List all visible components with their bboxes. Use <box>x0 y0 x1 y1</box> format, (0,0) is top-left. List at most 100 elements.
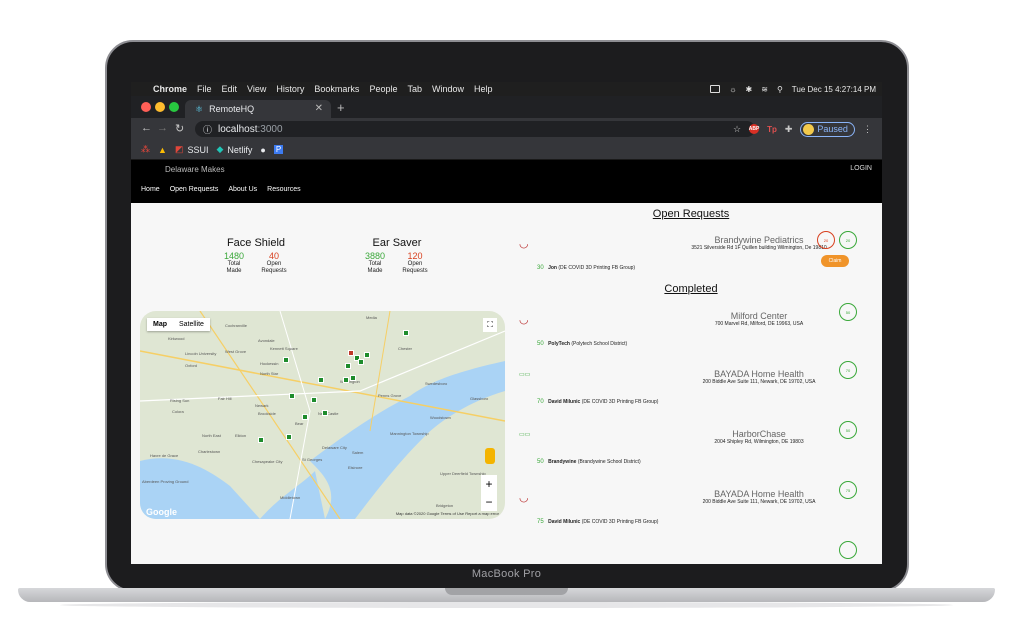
request-address: 2004 Shipley Rd, Wilmington, DE 19803 <box>714 439 804 445</box>
map-marker[interactable] <box>364 352 370 358</box>
map-place-label: Media <box>366 315 377 320</box>
netlify-icon: ◆ <box>216 144 224 154</box>
extensions-puzzle-icon[interactable]: ✚ <box>785 124 793 135</box>
menu-people[interactable]: People <box>369 84 397 94</box>
map-marker[interactable] <box>358 359 364 365</box>
laptop-shadow <box>60 602 953 608</box>
nav-home[interactable]: Home <box>141 186 160 193</box>
map-place-label: Rising Sun <box>170 398 190 403</box>
close-window-icon[interactable] <box>141 102 151 112</box>
bookmark-ssui[interactable]: ◩ SSUI <box>175 144 209 155</box>
map-place-label: Chester <box>398 346 413 351</box>
map-marker[interactable] <box>286 434 292 440</box>
drive-icon[interactable]: ▲ <box>158 145 167 155</box>
nav-resources[interactable]: Resources <box>267 186 300 193</box>
claim-button[interactable]: Claim <box>821 255 849 267</box>
info-icon[interactable]: ⓘ <box>203 123 212 136</box>
address-bar[interactable]: ⓘ localhost :3000 <box>195 121 755 137</box>
map-attribution[interactable]: Map data ©2020 Google Terms of Use Repor… <box>396 511 499 516</box>
map-marker[interactable] <box>258 437 264 443</box>
bookmark-netlify[interactable]: ◆ Netlify <box>216 144 252 155</box>
zoom-out-button[interactable]: − <box>481 493 497 511</box>
map-marker[interactable] <box>289 393 295 399</box>
bookmarks-bar: ⁂ ▲ ◩ SSUI ◆ Netlify ● P <box>131 140 882 160</box>
login-link[interactable]: LOGIN <box>850 165 872 172</box>
bookmark-star-icon[interactable]: ☆ <box>733 124 741 135</box>
status-icon[interactable] <box>710 85 721 93</box>
maker-name: PolyTech <box>548 341 570 347</box>
menu-history[interactable]: History <box>276 84 304 94</box>
clock[interactable]: Tue Dec 15 4:27:14 PM <box>792 85 876 94</box>
ear-saver-icon: ▭▭ <box>519 432 531 438</box>
street-view-pegman-icon[interactable] <box>485 448 495 464</box>
minimize-window-icon[interactable] <box>155 102 165 112</box>
map-marker[interactable] <box>322 410 328 416</box>
google-map[interactable]: Cochranville Kirkwood Lincoln University… <box>140 311 505 519</box>
map-tab-satellite[interactable]: Satellite <box>173 318 210 331</box>
menu-window[interactable]: Window <box>432 84 464 94</box>
made-count-circle: 50 <box>839 303 857 321</box>
map-place-label: Bear <box>295 421 304 426</box>
completed-item: ◡ Milford Center 700 Marvel Rd, Milford,… <box>519 303 874 371</box>
close-tab-icon[interactable]: ✕ <box>315 103 323 114</box>
menu-help[interactable]: Help <box>474 84 493 94</box>
map-marker[interactable] <box>403 330 409 336</box>
github-icon[interactable]: ● <box>260 145 265 155</box>
map-marker[interactable] <box>345 363 351 369</box>
face-shield-open: 40 <box>268 251 279 261</box>
profile-button[interactable]: Paused <box>800 121 855 137</box>
map-tab-map[interactable]: Map <box>147 318 173 331</box>
menu-view[interactable]: View <box>247 84 266 94</box>
request-maker: 75 David Milunic (DE COVID 3D Printing F… <box>537 519 658 525</box>
fullscreen-icon[interactable]: ⛶ <box>483 318 497 332</box>
menu-bookmarks[interactable]: Bookmarks <box>314 84 359 94</box>
search-icon[interactable]: ⚲ <box>777 85 783 94</box>
menu-edit[interactable]: Edit <box>222 84 238 94</box>
zoom-in-button[interactable]: + <box>481 475 497 493</box>
nav-open-requests[interactable]: Open Requests <box>170 186 219 193</box>
map-place-label: Mannington Township <box>390 431 429 436</box>
map-place-label: Newark <box>255 403 269 408</box>
face-shield-icon: ◡ <box>519 238 529 250</box>
open-count-circle: 20 <box>817 231 835 249</box>
adblock-icon[interactable]: ABP <box>749 124 759 134</box>
back-icon[interactable]: ← <box>141 122 152 134</box>
menu-kebab-icon[interactable]: ⋮ <box>863 124 872 135</box>
map-place-label: Kennett Square <box>270 346 298 351</box>
bookmark-ssui-label: SSUI <box>187 144 209 155</box>
menu-chrome[interactable]: Chrome <box>153 84 187 94</box>
map-marker[interactable] <box>343 377 349 383</box>
browser-tab[interactable]: ⚛ RemoteHQ ✕ <box>185 100 331 118</box>
menu-tab[interactable]: Tab <box>407 84 422 94</box>
ear-saver-title: Ear Saver <box>372 237 422 249</box>
bluetooth-icon[interactable]: ✱ <box>746 85 753 94</box>
made-count-circle <box>839 541 857 559</box>
map-place-label: Middletown <box>280 495 301 500</box>
map-marker[interactable] <box>350 375 356 381</box>
brightness-icon[interactable]: ☼ <box>729 85 736 94</box>
bookmark-netlify-label: Netlify <box>227 144 253 155</box>
apps-icon[interactable]: ⁂ <box>141 144 150 155</box>
map-place-label: Charlestown <box>198 449 221 454</box>
toolbar-actions: ☆ ABP Tp ✚ Paused ⋮ <box>733 121 872 137</box>
new-tab-icon[interactable]: + <box>337 100 345 115</box>
maximize-window-icon[interactable] <box>169 102 179 112</box>
made-count-circle: 70 <box>839 361 857 379</box>
avatar <box>803 123 815 135</box>
map-place-label: North Star <box>260 371 279 376</box>
map-marker[interactable] <box>318 377 324 383</box>
tp-extension-icon[interactable]: Tp <box>767 125 777 134</box>
nav-about-us[interactable]: About Us <box>228 186 257 193</box>
reload-icon[interactable]: ↻ <box>175 122 184 135</box>
map-marker[interactable] <box>311 397 317 403</box>
request-address: 700 Marvel Rd, Milford, DE 19963, USA <box>714 321 804 327</box>
map-place-label: Colora <box>172 409 184 414</box>
forward-icon[interactable]: → <box>157 122 168 134</box>
map-marker[interactable] <box>283 357 289 363</box>
p-bookmark-icon[interactable]: P <box>273 145 284 154</box>
map-marker[interactable] <box>302 414 308 420</box>
map-place-label: West Grove <box>225 349 247 354</box>
menu-file[interactable]: File <box>197 84 212 94</box>
site-brand[interactable]: Delaware Makes <box>165 165 225 174</box>
wifi-icon[interactable]: ≋ <box>761 85 768 94</box>
